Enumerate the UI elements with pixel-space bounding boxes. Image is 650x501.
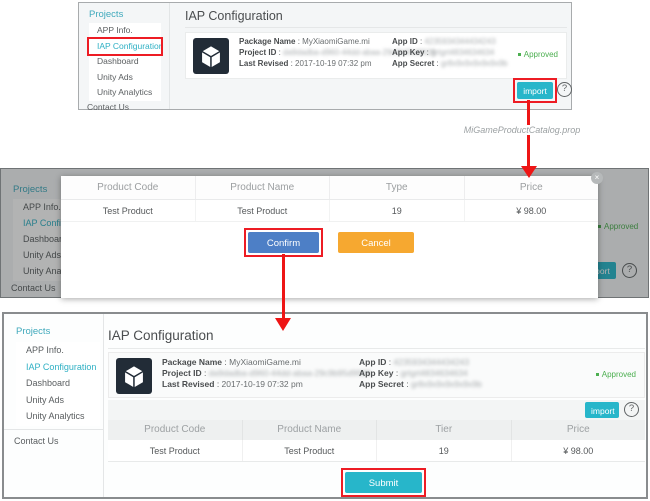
- submit-highlight-box: Submit: [341, 468, 426, 497]
- annotation-catalog-label: MiGameProductCatalog.prop: [455, 125, 589, 135]
- confirm-highlight-box: Confirm: [244, 228, 323, 257]
- confirm-button[interactable]: Confirm: [248, 232, 319, 253]
- sidebar-item-unity-analytics[interactable]: Unity Analytics: [16, 408, 100, 425]
- top-panel: Projects APP Info. IAP Configuration Das…: [78, 2, 572, 110]
- annotation-arrow-confirm-head: [275, 318, 291, 331]
- sidebar-nav: APP Info. IAP Configuration Dashboard Un…: [89, 23, 161, 101]
- sidebar-divider: [103, 314, 104, 497]
- redacted-app-key: grtgrt4834634634: [431, 48, 494, 57]
- column-header-price: Price: [512, 420, 646, 440]
- bottom-panel: Projects APP Info. IAP Configuration Das…: [2, 312, 648, 499]
- import-highlight-box: import: [513, 78, 557, 103]
- import-preview-dialog: × Product Code Product Name Type Price T…: [61, 176, 598, 298]
- annotation-arrow-confirm-line: [282, 254, 285, 318]
- cell-tier: 19: [377, 440, 512, 461]
- product-table-header: Product Code Product Name Tier Price: [108, 420, 645, 440]
- cell-product-code: Test Product: [61, 200, 196, 221]
- product-table-row: Test Product Test Product 19 ¥ 98.00: [108, 440, 645, 462]
- sidebar-item-app-info[interactable]: APP Info.: [16, 342, 100, 359]
- sidebar-projects-heading: Projects: [89, 9, 123, 20]
- sidebar-projects-heading: Projects: [16, 326, 50, 337]
- page-title: IAP Configuration: [185, 9, 283, 23]
- column-header-product-name: Product Name: [243, 420, 378, 440]
- cell-product-name: Test Product: [196, 200, 331, 221]
- sidebar-item-iap-configuration[interactable]: IAP Configuration: [16, 359, 100, 376]
- submit-button[interactable]: Submit: [345, 472, 422, 493]
- redacted-app-key: grtgrt4834634634: [401, 368, 468, 378]
- title-divider: [185, 27, 567, 28]
- import-button[interactable]: import: [517, 82, 553, 99]
- sidebar-item-unity-ads[interactable]: Unity Ads: [89, 70, 161, 86]
- redacted-app-secret: gr8x9x9x9x9x9x9b: [441, 59, 508, 68]
- sidebar-nav: APP Info. IAP Configuration Dashboard Un…: [16, 342, 100, 426]
- app-info-card: Package Name : MyXiaomiGame.mi Project I…: [108, 352, 645, 398]
- redacted-app-id: 4235934344434243: [424, 37, 495, 46]
- column-header-tier: Tier: [377, 420, 512, 440]
- package-info: Package Name : MyXiaomiGame.mi Project I…: [162, 357, 371, 389]
- unity-logo-icon: [116, 358, 152, 394]
- page-title: IAP Configuration: [108, 328, 214, 343]
- status-badge-approved: Approved: [596, 370, 636, 379]
- sidebar-item-unity-analytics[interactable]: Unity Analytics: [89, 85, 161, 101]
- sidebar-item-app-info[interactable]: APP Info.: [89, 23, 161, 39]
- cell-price: ¥ 98.00: [465, 200, 599, 221]
- cell-product-name: Test Product: [243, 440, 378, 461]
- sidebar-item-dashboard[interactable]: Dashboard: [16, 375, 100, 392]
- app-info-card: Package Name : MyXiaomiGame.mi Project I…: [185, 32, 567, 79]
- sidebar-item-contact-us[interactable]: Contact Us: [87, 102, 129, 112]
- help-icon[interactable]: ?: [624, 402, 639, 417]
- redacted-app-secret: gr8x9x9x9x9x9x9b: [411, 379, 482, 389]
- column-header-type: Type: [330, 176, 465, 199]
- cell-price: ¥ 98.00: [512, 440, 646, 461]
- approved-dot-icon: [596, 373, 599, 376]
- cancel-button[interactable]: Cancel: [338, 232, 414, 253]
- sidebar-item-contact-us[interactable]: Contact Us: [14, 436, 59, 446]
- app-credentials: App ID : 4235934344434243 App Key : grtg…: [359, 357, 482, 389]
- modal-table-row: Test Product Test Product 19 ¥ 98.00: [61, 200, 598, 222]
- status-badge-approved: Approved: [518, 50, 558, 59]
- screenshot-canvas: Projects APP Info. IAP Configuration Das…: [0, 0, 650, 501]
- sidebar-item-unity-ads[interactable]: Unity Ads: [16, 392, 100, 409]
- import-button[interactable]: import: [585, 402, 619, 418]
- middle-panel-modal-screen: Projects APP Info. IAP Configuration Das…: [0, 168, 649, 298]
- sidebar-item-dashboard[interactable]: Dashboard: [89, 54, 161, 70]
- annotation-arrow-import-head: [521, 166, 537, 178]
- close-icon[interactable]: ×: [591, 172, 603, 184]
- column-header-price: Price: [465, 176, 599, 199]
- modal-table-header: Product Code Product Name Type Price: [61, 176, 598, 200]
- help-icon[interactable]: ?: [557, 82, 572, 97]
- product-table: Product Code Product Name Tier Price Tes…: [108, 420, 645, 462]
- column-header-product-code: Product Code: [61, 176, 196, 199]
- sidebar-horizontal-divider: [4, 429, 103, 430]
- toolbar-band: [108, 400, 645, 420]
- sidebar-divider: [169, 3, 170, 109]
- column-header-product-name: Product Name: [196, 176, 331, 199]
- redacted-project-id: da9dadba-d960-44dd-abaa-29c9b95d9928: [209, 368, 371, 378]
- unity-logo-icon: [193, 38, 229, 74]
- app-credentials: App ID : 4235934344434243 App Key : grtg…: [392, 37, 508, 69]
- redacted-app-id: 4235934344434243: [393, 357, 469, 367]
- approved-dot-icon: [518, 53, 521, 56]
- title-divider: [108, 348, 645, 349]
- sidebar-item-iap-configuration[interactable]: IAP Configuration: [89, 39, 161, 55]
- cell-product-code: Test Product: [108, 440, 243, 461]
- cell-type: 19: [330, 200, 465, 221]
- column-header-product-code: Product Code: [108, 420, 243, 440]
